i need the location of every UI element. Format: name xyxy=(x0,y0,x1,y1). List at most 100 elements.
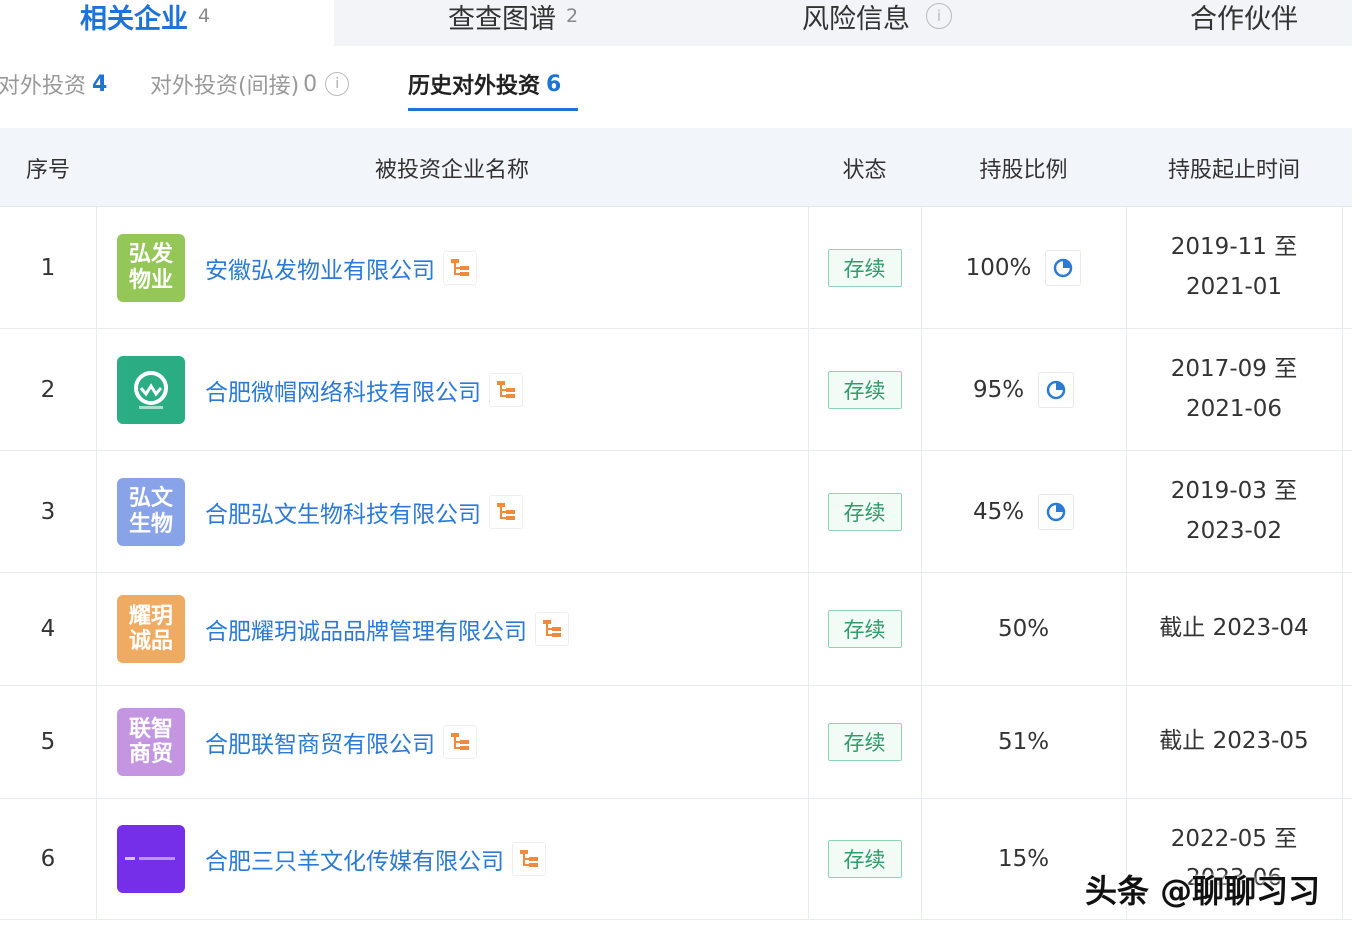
header-share-ratio: 持股比例 xyxy=(979,157,1068,183)
subtab-count: 0 xyxy=(303,71,318,97)
company-name-link[interactable]: 合肥三只羊文化传媒有限公司 xyxy=(205,842,504,876)
company-logo: 弘文 生物 xyxy=(117,477,185,546)
share-ratio-cell: 45% xyxy=(921,451,1126,572)
header-status: 状态 xyxy=(842,157,887,183)
share-ratio-cell: 51% xyxy=(921,686,1126,798)
top-tab-bar: 相关企业 4 查查图谱 2 风险信息 i 合作伙伴 xyxy=(0,0,1352,46)
tab-risk-info[interactable]: 风险信息 i xyxy=(802,0,952,46)
period-text: 截止 2023-05 xyxy=(1126,722,1342,761)
period-end: 2021-01 xyxy=(1185,273,1283,300)
subtab-label: 对外投资 xyxy=(0,74,87,99)
company-name-link[interactable]: 合肥弘文生物科技有限公司 xyxy=(205,495,481,529)
tab-related-companies[interactable]: 相关企业 4 xyxy=(0,0,334,46)
tab-partners[interactable]: 合作伙伴 xyxy=(1190,0,1298,46)
sub-tab-bar: 对外投资 4 对外投资(间接) 0 i 历史对外投资 6 xyxy=(0,58,1352,116)
period-end: 2023-02 xyxy=(1185,517,1283,544)
row-index: 5 xyxy=(40,729,56,755)
company-logo xyxy=(117,825,185,893)
info-icon: i xyxy=(926,3,952,29)
period-start: 2017-09 至 xyxy=(1170,356,1298,383)
company-cell: 耀玥 诚品 合肥耀玥诚品品牌管理有限公司 xyxy=(117,573,797,685)
status-badge: 存续 xyxy=(827,248,902,287)
period-text: 2019-11 至 2021-01 xyxy=(1126,228,1342,306)
status-badge: 存续 xyxy=(827,840,902,878)
period-text: 2017-09 至 2021-06 xyxy=(1126,350,1342,428)
watermark: 头条 @聊聊习习 xyxy=(1085,872,1321,910)
period-cell: 2019-03 至 2023-02 xyxy=(1126,451,1342,572)
period-start: 截止 2023-05 xyxy=(1159,728,1309,755)
table-row: 5 联智 商贸 合肥联智商贸有限公司 存续 51% 截止 2023-05 xyxy=(0,686,1352,799)
period-cell: 截止 2023-04 xyxy=(1126,573,1342,685)
company-logo: 耀玥 诚品 xyxy=(117,595,185,663)
period-cell: 2019-11 至 2021-01 xyxy=(1126,207,1342,328)
tab-label: 合作伙伴 xyxy=(1190,3,1298,35)
pie-chart-icon[interactable] xyxy=(1045,249,1082,286)
share-ratio-cell: 95% xyxy=(921,329,1126,450)
info-icon: i xyxy=(325,72,350,96)
share-ratio: 95% xyxy=(972,376,1025,403)
column-divider xyxy=(1126,207,1127,920)
period-end: 2021-06 xyxy=(1185,395,1283,422)
table-row: 4 耀玥 诚品 合肥耀玥诚品品牌管理有限公司 存续 50% 截止 2023-04 xyxy=(0,573,1352,686)
tab-count: 2 xyxy=(566,5,579,27)
period-start: 2022-05 至 xyxy=(1170,825,1298,852)
column-divider xyxy=(808,207,809,920)
company-logo: 联智 商贸 xyxy=(117,708,185,776)
tab-label: 相关企业 xyxy=(80,3,188,35)
period-text: 截止 2023-04 xyxy=(1126,609,1342,648)
share-ratio: 15% xyxy=(997,846,1050,872)
period-start: 截止 2023-04 xyxy=(1159,615,1309,642)
tab-label: 风险信息 xyxy=(802,3,910,35)
column-divider xyxy=(921,207,922,920)
table-row: 3 弘文 生物 合肥弘文生物科技有限公司 存续 45% 2019-03 至 2023-02 xyxy=(0,451,1352,573)
equity-tree-icon[interactable] xyxy=(512,842,546,876)
pie-chart-icon[interactable] xyxy=(1038,371,1075,408)
company-cell: 联智 商贸 合肥联智商贸有限公司 xyxy=(117,686,797,798)
equity-tree-icon[interactable] xyxy=(443,250,477,285)
status-cell: 存续 xyxy=(808,329,921,450)
company-name-link[interactable]: 合肥微帽网络科技有限公司 xyxy=(205,373,481,407)
share-ratio-cell: 100% xyxy=(921,207,1126,328)
header-period: 持股起止时间 xyxy=(1167,157,1300,183)
equity-tree-icon[interactable] xyxy=(489,494,523,529)
period-start: 2019-11 至 xyxy=(1170,234,1298,261)
status-cell: 存续 xyxy=(808,451,921,572)
equity-tree-icon[interactable] xyxy=(443,725,477,759)
company-cell: 弘发 物业 安徽弘发物业有限公司 xyxy=(117,207,797,328)
company-logo xyxy=(117,355,185,424)
subtab-history-investment[interactable]: 历史对外投资 6 xyxy=(408,68,561,100)
status-cell: 存续 xyxy=(808,799,921,919)
share-ratio: 45% xyxy=(972,498,1025,525)
company-cell: 合肥三只羊文化传媒有限公司 xyxy=(117,799,797,919)
subtab-count: 4 xyxy=(92,71,108,97)
company-logo: 弘发 物业 xyxy=(117,233,185,302)
pie-chart-icon[interactable] xyxy=(1038,493,1075,530)
subtab-count: 6 xyxy=(546,71,562,97)
subtab-indirect-investment[interactable]: 对外投资(间接) 0 i xyxy=(150,68,350,100)
table-row: 1 弘发 物业 安徽弘发物业有限公司 存续 100% 2019-11 至 2021-01 xyxy=(0,207,1352,329)
company-name-link[interactable]: 合肥耀玥诚品品牌管理有限公司 xyxy=(205,612,527,646)
share-ratio-cell: 50% xyxy=(921,573,1126,685)
row-index: 1 xyxy=(40,254,56,281)
equity-tree-icon[interactable] xyxy=(489,372,523,407)
status-cell: 存续 xyxy=(808,573,921,685)
subtab-label: 对外投资(间接) xyxy=(150,74,300,99)
company-cell: 弘文 生物 合肥弘文生物科技有限公司 xyxy=(117,451,797,572)
period-text: 2019-03 至 2023-02 xyxy=(1126,472,1342,550)
status-badge: 存续 xyxy=(827,370,902,409)
status-cell: 存续 xyxy=(808,207,921,328)
subtab-outbound-investment[interactable]: 对外投资 4 xyxy=(0,68,107,100)
active-tab-indicator xyxy=(408,108,578,111)
company-name-link[interactable]: 合肥联智商贸有限公司 xyxy=(205,725,435,759)
row-index: 4 xyxy=(40,616,56,642)
share-ratio: 100% xyxy=(965,254,1032,281)
subtab-label: 历史对外投资 xyxy=(408,74,541,99)
company-name-link[interactable]: 安徽弘发物业有限公司 xyxy=(205,251,435,285)
share-ratio: 50% xyxy=(997,616,1050,642)
column-divider xyxy=(96,207,97,920)
table-header: 序号 被投资企业名称 状态 持股比例 持股起止时间 xyxy=(0,128,1352,207)
period-cell: 2017-09 至 2021-06 xyxy=(1126,329,1342,450)
column-divider xyxy=(1342,207,1343,920)
tab-graph[interactable]: 查查图谱 2 xyxy=(448,0,578,46)
equity-tree-icon[interactable] xyxy=(535,612,569,646)
